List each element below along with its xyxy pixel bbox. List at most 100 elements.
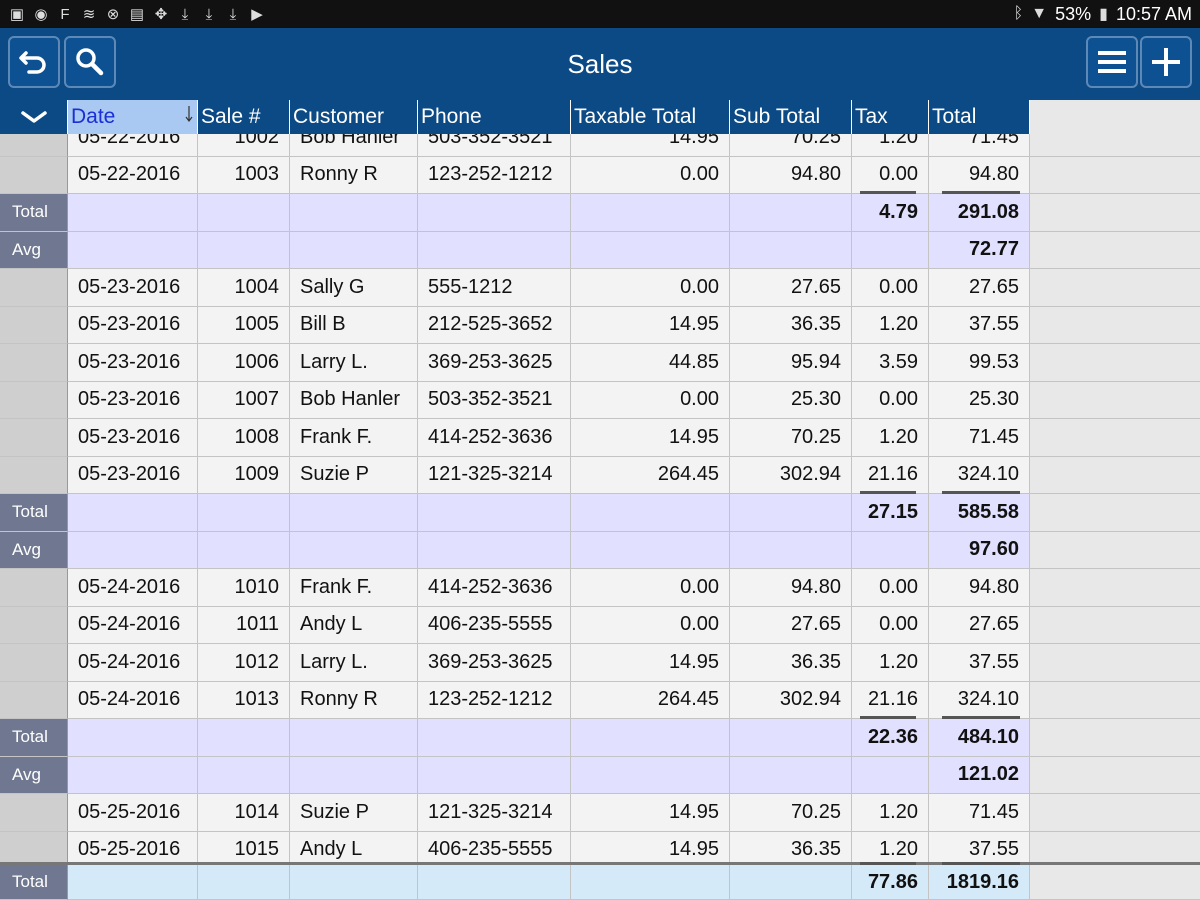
cell-date: 05-22-2016 — [68, 134, 198, 157]
cell-tax: 0.00 — [852, 269, 929, 307]
column-header-tax[interactable]: Tax — [852, 100, 929, 134]
cell-total: 37.55 — [929, 306, 1030, 344]
undo-icon — [19, 51, 46, 74]
table-row[interactable]: 05-24-2016 1011 Andy L 406-235-5555 0.00 27.6… — [0, 606, 1200, 644]
row-filler — [1030, 681, 1200, 719]
cell-tax: 3.59 — [852, 344, 929, 382]
row-selector[interactable] — [0, 344, 68, 382]
sum-rule — [860, 862, 916, 865]
cell-sale-number: 1013 — [198, 681, 290, 719]
row-label: Avg — [0, 531, 68, 569]
cell-tax: 0.00 — [852, 569, 929, 607]
download-icon: ⤓ — [181, 5, 189, 23]
row-selector[interactable] — [0, 456, 68, 494]
table-row[interactable]: 05-22-2016 1002 Bob Hanler 503-352-3521 14.9… — [0, 134, 1200, 157]
group-average-row: Avg 121.02 — [0, 756, 1200, 794]
sum-rule — [942, 862, 1020, 865]
sum-rule — [942, 716, 1020, 719]
cell-customer — [290, 531, 418, 569]
notification-icon: ✥ — [154, 6, 168, 23]
column-header-taxable-total[interactable]: Taxable Total — [571, 100, 730, 134]
cell-customer: Ronny R — [290, 681, 418, 719]
column-header-total[interactable]: Total — [929, 100, 1030, 134]
row-filler — [1030, 756, 1200, 794]
row-selector[interactable] — [0, 794, 68, 832]
table-row[interactable]: 05-25-2016 1015 Andy L 406-235-5555 14.95 36.… — [0, 831, 1200, 862]
table-row[interactable]: 05-23-2016 1009 Suzie P 121-325-3214 264.45 3… — [0, 456, 1200, 494]
menu-button[interactable] — [1086, 36, 1138, 88]
cell-phone: 406-235-5555 — [418, 831, 571, 862]
row-selector[interactable] — [0, 306, 68, 344]
collapse-all-button[interactable] — [0, 100, 68, 134]
table-row[interactable]: 05-24-2016 1012 Larry L. 369-253-3625 14.95 3… — [0, 644, 1200, 682]
column-header-sale-number[interactable]: Sale # — [198, 100, 290, 134]
table-row[interactable]: 05-23-2016 1004 Sally G 555-1212 0.00 27.65 0.… — [0, 269, 1200, 307]
row-filler — [1030, 381, 1200, 419]
row-selector[interactable] — [0, 156, 68, 194]
cell-tax: 21.16 — [852, 456, 929, 494]
table-row[interactable]: 05-23-2016 1007 Bob Hanler 503-352-3521 0.00… — [0, 381, 1200, 419]
cell-sub-total: 94.80 — [730, 569, 852, 607]
cell-taxable-total: 0.00 — [571, 606, 730, 644]
table-row[interactable]: 05-24-2016 1013 Ronny R 123-252-1212 264.45 3… — [0, 681, 1200, 719]
column-header-label: Phone — [421, 105, 482, 128]
row-selector[interactable] — [0, 269, 68, 307]
wifi-icon: ▼ — [1031, 5, 1048, 22]
row-filler — [1030, 344, 1200, 382]
cell-sub-total: 95.94 — [730, 344, 852, 382]
cell-total: 27.65 — [929, 606, 1030, 644]
clock: 10:57 AM — [1115, 3, 1192, 24]
column-header-date[interactable]: Date — [68, 100, 198, 134]
row-filler — [1030, 419, 1200, 457]
row-selector[interactable] — [0, 644, 68, 682]
row-selector[interactable] — [0, 831, 68, 862]
cell-sub-total: 36.35 — [730, 306, 852, 344]
row-selector[interactable] — [0, 419, 68, 457]
group-average-row: Avg 97.60 — [0, 531, 1200, 569]
row-filler — [1030, 134, 1200, 157]
row-selector[interactable] — [0, 569, 68, 607]
search-icon — [76, 48, 104, 76]
table-row[interactable]: 05-23-2016 1005 Bill B 212-525-3652 14.95 36.… — [0, 306, 1200, 344]
column-header-label: Sale # — [201, 105, 261, 128]
cell-sale-number: 1005 — [198, 306, 290, 344]
column-header-customer[interactable]: Customer — [290, 100, 418, 134]
table-row[interactable]: 05-25-2016 1014 Suzie P 121-325-3214 14.95 70… — [0, 794, 1200, 832]
column-header-label: Taxable Total — [574, 105, 697, 128]
row-selector[interactable] — [0, 606, 68, 644]
cell-sale-number: 1010 — [198, 569, 290, 607]
search-button[interactable] — [64, 36, 116, 88]
cell-taxable-total: 44.85 — [571, 344, 730, 382]
cell-taxable-total — [571, 865, 730, 900]
row-label: Total — [0, 865, 68, 900]
back-button[interactable] — [8, 36, 60, 88]
cell-taxable-total: 14.95 — [571, 306, 730, 344]
cell-tax: 77.86 — [852, 865, 929, 900]
sum-rule — [860, 191, 916, 194]
cell-total: 291.08 — [929, 194, 1030, 232]
cell-total: 585.58 — [929, 494, 1030, 532]
cell-total: 27.65 — [929, 269, 1030, 307]
sort-ascending-icon — [185, 106, 193, 122]
table-row[interactable]: 05-23-2016 1006 Larry L. 369-253-3625 44.85 9… — [0, 344, 1200, 382]
column-header-sub-total[interactable]: Sub Total — [730, 100, 852, 134]
cell-date: 05-24-2016 — [68, 681, 198, 719]
table-body: 05-22-2016 1002 Bob Hanler 503-352-3521 14.9… — [0, 134, 1200, 862]
cell-sub-total: 94.80 — [730, 156, 852, 194]
column-header-phone[interactable]: Phone — [418, 100, 571, 134]
add-button[interactable] — [1140, 36, 1192, 88]
row-selector[interactable] — [0, 681, 68, 719]
row-selector[interactable] — [0, 134, 68, 157]
cell-sale-number — [198, 231, 290, 269]
cell-customer: Larry L. — [290, 344, 418, 382]
table-row[interactable]: 05-22-2016 1003 Ronny R 123-252-1212 0.00 94.… — [0, 156, 1200, 194]
row-label: Avg — [0, 231, 68, 269]
cell-taxable-total: 14.95 — [571, 644, 730, 682]
cell-taxable-total — [571, 194, 730, 232]
cell-phone: 212-525-3652 — [418, 306, 571, 344]
table-row[interactable]: 05-23-2016 1008 Frank F. 414-252-3636 14.95 7… — [0, 419, 1200, 457]
cell-taxable-total — [571, 231, 730, 269]
row-selector[interactable] — [0, 381, 68, 419]
table-row[interactable]: 05-24-2016 1010 Frank F. 414-252-3636 0.00 94… — [0, 569, 1200, 607]
cell-phone — [418, 494, 571, 532]
